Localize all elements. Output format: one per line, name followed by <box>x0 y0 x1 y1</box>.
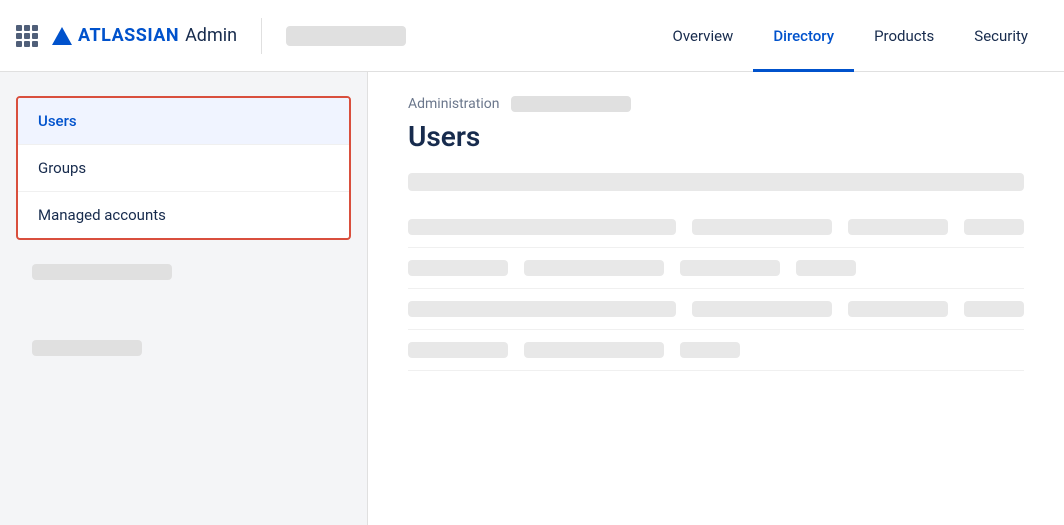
sidebar-item-users[interactable]: Users <box>18 98 349 145</box>
brand-name: ATLASSIAN <box>78 25 179 46</box>
sidebar-item-managed-accounts[interactable]: Managed accounts <box>18 192 349 238</box>
app-header: ATLASSIAN Admin Overview Directory Produ… <box>0 0 1064 72</box>
breadcrumb-org-pill <box>511 96 631 112</box>
cell-skeleton <box>796 260 856 276</box>
cell-skeleton <box>524 260 664 276</box>
cell-skeleton <box>692 219 832 235</box>
logo-area: ATLASSIAN Admin <box>16 25 237 47</box>
atlassian-triangle-icon <box>52 27 72 45</box>
cell-skeleton <box>680 342 740 358</box>
product-name: Admin <box>185 25 237 46</box>
cell-skeleton <box>408 260 508 276</box>
sidebar-menu: Users Groups Managed accounts <box>16 96 351 240</box>
cell-skeleton <box>848 301 948 317</box>
org-selector[interactable] <box>286 26 406 46</box>
sidebar-skeleton-2 <box>32 340 142 356</box>
content-area: Administration Users <box>368 72 1064 525</box>
cell-skeleton <box>964 301 1024 317</box>
table-row <box>408 289 1024 330</box>
main-nav: Overview Directory Products Security <box>653 0 1048 72</box>
breadcrumb: Administration <box>408 96 1024 112</box>
cell-skeleton <box>408 301 676 317</box>
sidebar-skeleton-1 <box>32 264 172 280</box>
cell-skeleton <box>692 301 832 317</box>
main-layout: Users Groups Managed accounts Administra… <box>0 72 1064 525</box>
table-row <box>408 248 1024 289</box>
page-title: Users <box>408 120 1024 153</box>
nav-item-security[interactable]: Security <box>954 0 1048 72</box>
sidebar: Users Groups Managed accounts <box>0 72 368 525</box>
nav-item-directory[interactable]: Directory <box>753 0 854 72</box>
table-row <box>408 330 1024 371</box>
users-table <box>408 207 1024 371</box>
app-switcher-icon[interactable] <box>16 25 38 47</box>
table-row <box>408 207 1024 248</box>
cell-skeleton <box>848 219 948 235</box>
cell-skeleton <box>524 342 664 358</box>
cell-skeleton <box>680 260 780 276</box>
nav-item-products[interactable]: Products <box>854 0 954 72</box>
header-divider <box>261 18 262 54</box>
cell-skeleton <box>408 342 508 358</box>
breadcrumb-label: Administration <box>408 96 499 112</box>
sidebar-item-groups[interactable]: Groups <box>18 145 349 192</box>
cell-skeleton <box>408 219 676 235</box>
content-skeleton-top <box>408 173 1024 191</box>
atlassian-logo: ATLASSIAN Admin <box>52 25 237 46</box>
nav-item-overview[interactable]: Overview <box>653 0 754 72</box>
cell-skeleton <box>964 219 1024 235</box>
